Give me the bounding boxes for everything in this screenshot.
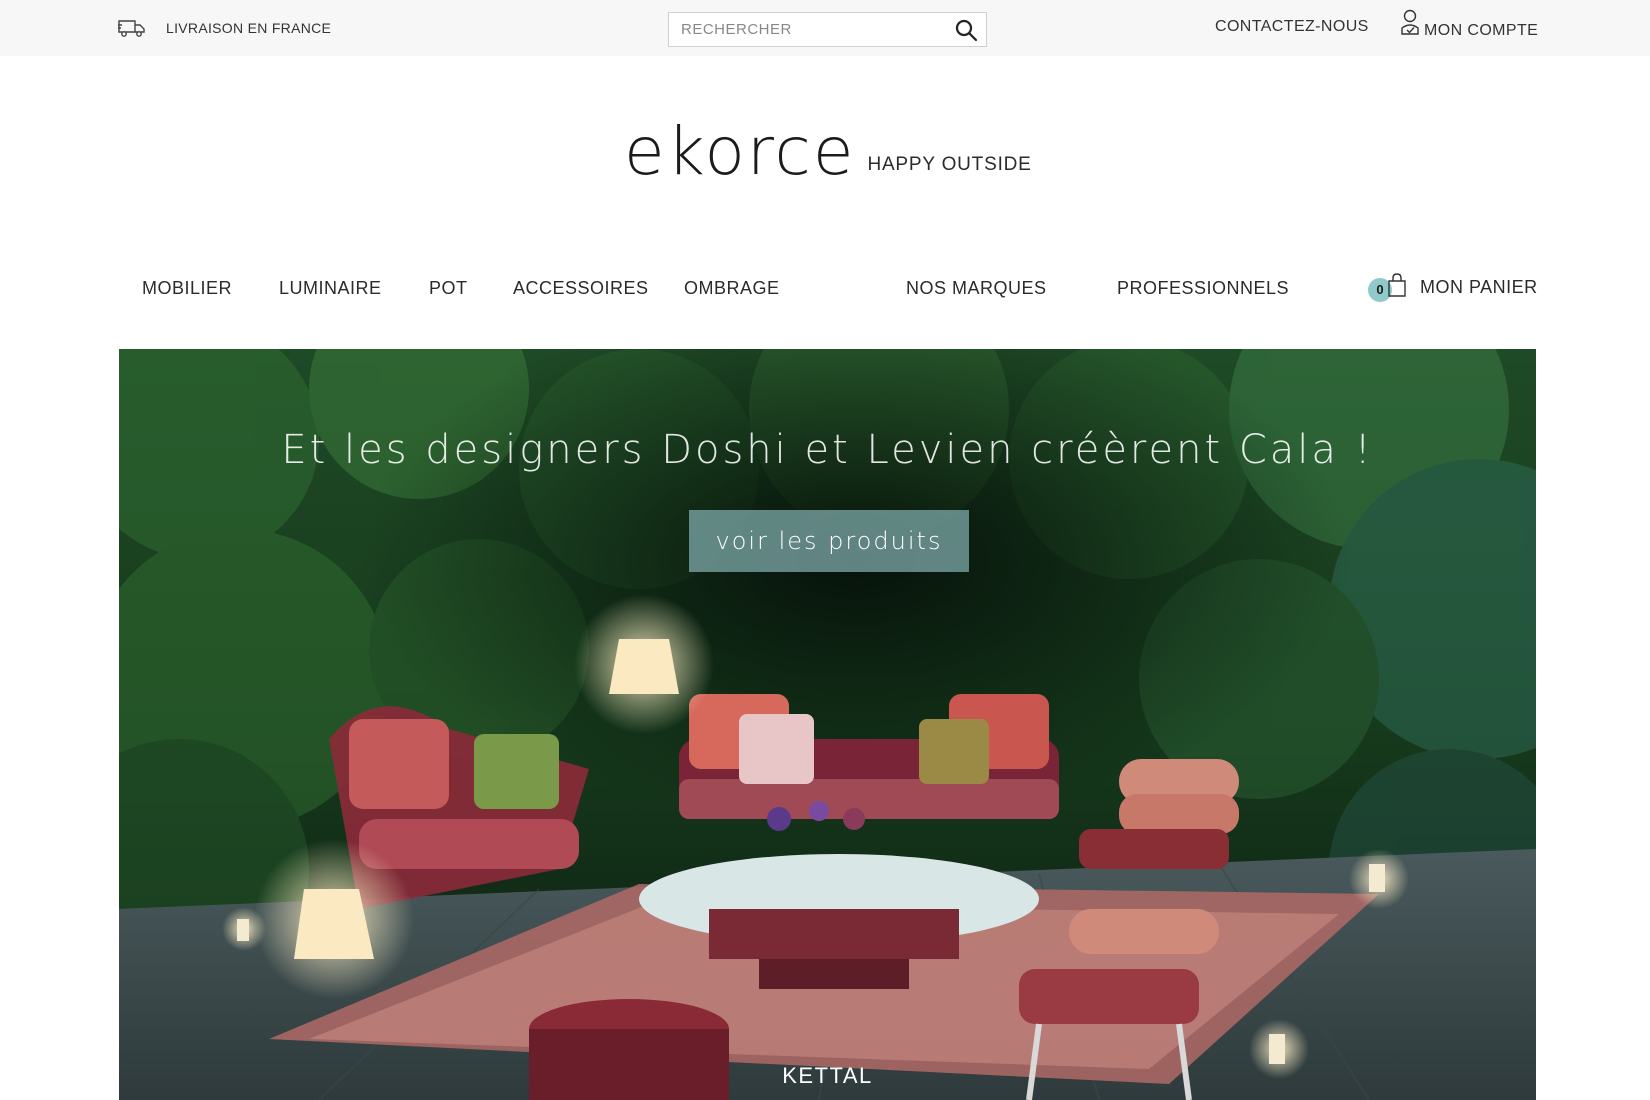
shipping-info: LIVRAISON EN FRANCE — [118, 18, 331, 38]
search-input[interactable] — [669, 13, 939, 46]
cart-link[interactable]: 0 MON PANIER — [1368, 272, 1538, 303]
nav-item-nos-marques[interactable]: NOS MARQUES — [906, 278, 1047, 299]
account-label: MON COMPTE — [1424, 22, 1539, 39]
hero-brand-label: KETTAL — [782, 1063, 873, 1088]
contact-link[interactable]: CONTACTEZ-NOUS — [1215, 18, 1369, 36]
logo-wordmark: ekorce — [624, 113, 856, 190]
account-link[interactable]: MON COMPTE — [1400, 9, 1538, 40]
nav-item-pot[interactable]: POT — [429, 278, 468, 299]
search-icon[interactable] — [954, 18, 978, 42]
hero-banner[interactable]: Et les designers Doshi et Levien créèren… — [119, 349, 1536, 1100]
logo-tagline: HAPPY OUTSIDE — [867, 154, 1032, 175]
shipping-label: LIVRAISON EN FRANCE — [166, 20, 332, 36]
hero-headline: Et les designers Doshi et Levien créèren… — [281, 427, 1374, 473]
site-logo[interactable]: ekorce HAPPY OUTSIDE — [624, 113, 1032, 190]
nav-item-professionnels[interactable]: PROFESSIONNELS — [1117, 278, 1289, 299]
nav-item-luminaire[interactable]: LUMINAIRE — [279, 278, 382, 299]
search-box — [668, 12, 987, 47]
nav-item-mobilier[interactable]: MOBILIER — [142, 278, 232, 299]
top-bar: LIVRAISON EN FRANCE CONTACTEZ-NOUS MON C… — [0, 0, 1650, 56]
cart-label: MON PANIER — [1420, 277, 1538, 297]
nav-item-accessoires[interactable]: ACCESSOIRES — [513, 278, 649, 299]
truck-icon — [118, 18, 146, 38]
view-products-button[interactable]: voir les produits — [689, 510, 969, 572]
shopping-bag-icon — [1386, 272, 1408, 303]
user-icon — [1400, 9, 1420, 40]
nav-item-ombrage[interactable]: OMBRAGE — [684, 278, 780, 299]
